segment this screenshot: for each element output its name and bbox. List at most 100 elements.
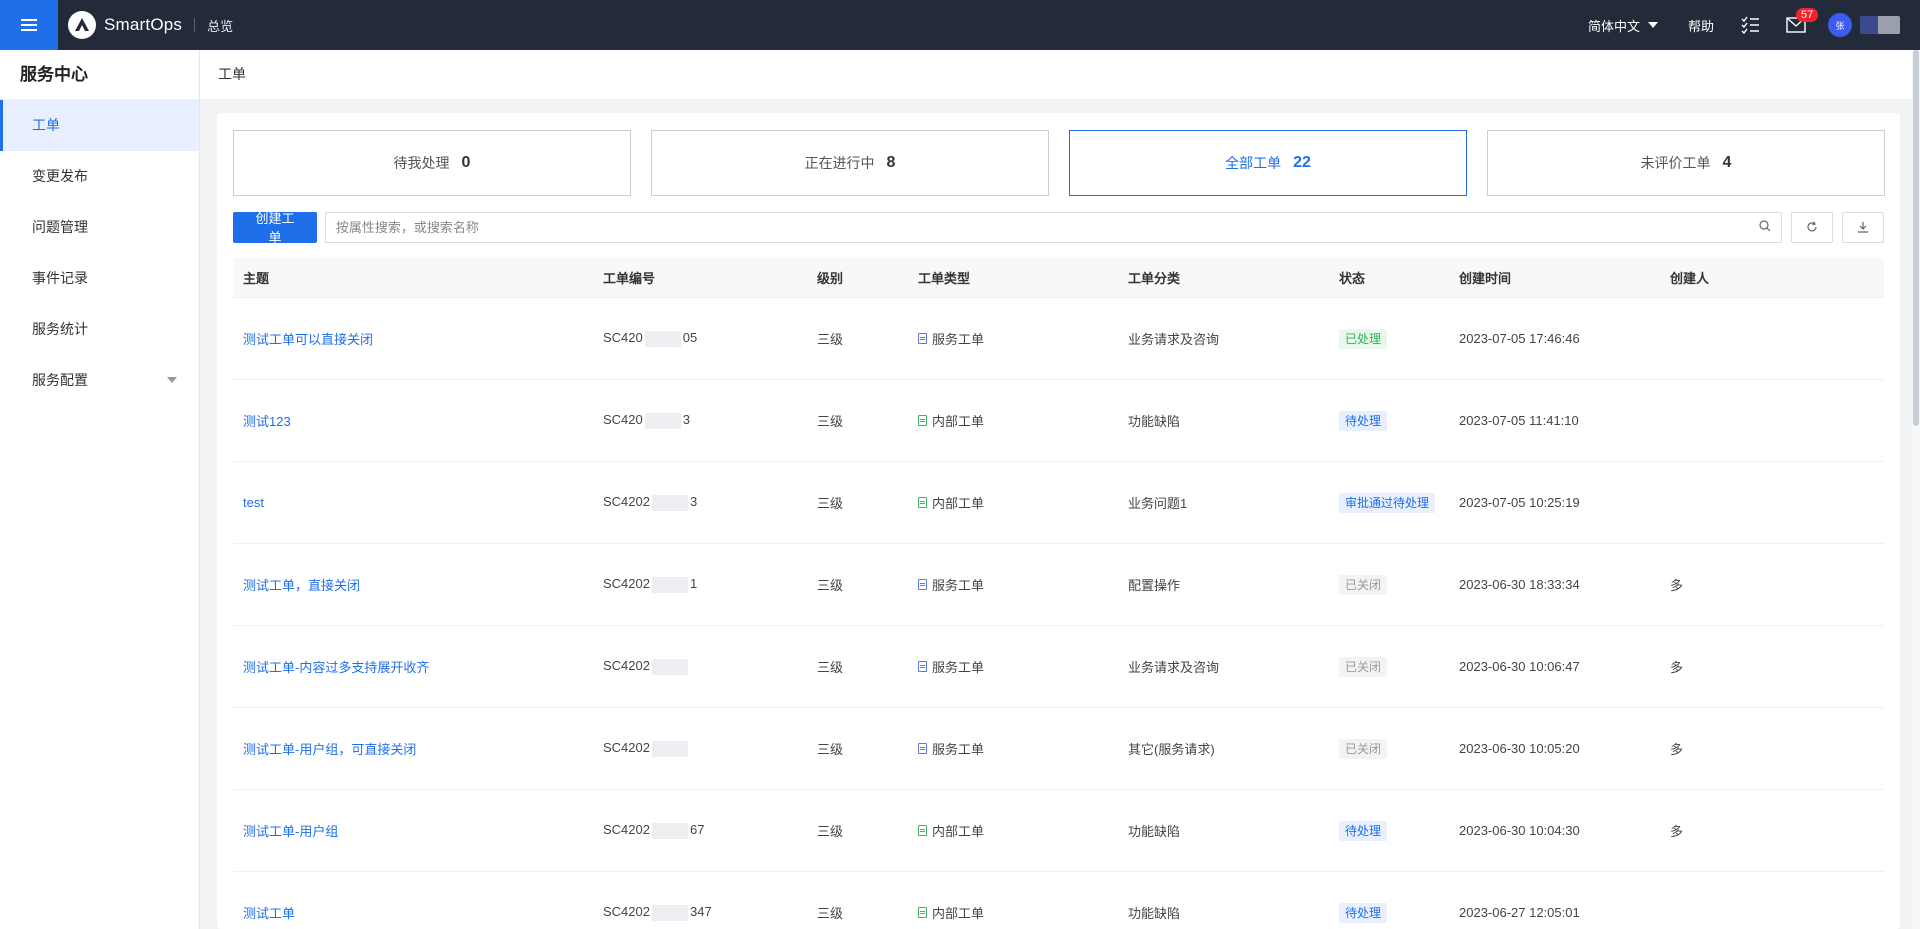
column-header[interactable]: 工单分类 xyxy=(1128,268,1339,287)
table-row[interactable]: 测试123 SC420 3 三级 内部工单 功能缺陷 待处理 2023-07-05… xyxy=(233,380,1884,462)
column-header[interactable]: 工单编号 xyxy=(603,268,817,287)
column-header[interactable]: 创建时间 xyxy=(1459,268,1670,287)
card-unrated[interactable]: 未评价工单 4 xyxy=(1487,130,1885,196)
column-header[interactable]: 级别 xyxy=(817,268,918,287)
ticket-category: 配置操作 xyxy=(1128,578,1181,593)
ticket-subject-link[interactable]: 测试工单，直接关闭 xyxy=(243,578,360,593)
ticket-subject-link[interactable]: 测试工单-用户组 xyxy=(243,824,338,839)
redacted-block xyxy=(651,740,688,757)
ticket-level: 三级 xyxy=(817,906,844,921)
ticket-type: 服务工单 xyxy=(918,329,1128,348)
ticket-id: SC4202 xyxy=(603,740,817,757)
ticket-type: 服务工单 xyxy=(918,575,1128,594)
column-header[interactable]: 创建人 xyxy=(1670,268,1884,287)
ticket-type-label: 内部工单 xyxy=(932,824,985,839)
card-in-progress[interactable]: 正在进行中 8 xyxy=(651,130,1049,196)
ticket-type: 内部工单 xyxy=(918,493,1128,512)
document-icon xyxy=(918,825,927,836)
create-ticket-button[interactable]: 创建工单 xyxy=(233,211,317,245)
table-row[interactable]: 测试工单-用户组 SC4202 67 三级 内部工单 功能缺陷 待处理 2023-… xyxy=(233,790,1884,872)
redacted-block xyxy=(651,658,688,675)
sidebar-item-service-config[interactable]: 服务配置 xyxy=(0,355,199,406)
column-header[interactable]: 工单类型 xyxy=(918,268,1128,287)
card-all-tickets[interactable]: 全部工单 22 xyxy=(1069,130,1467,196)
search-icon[interactable] xyxy=(1759,219,1771,235)
redacted-block xyxy=(644,330,681,347)
sidebar-item-label: 服务配置 xyxy=(32,372,88,388)
ticket-level: 三级 xyxy=(817,414,844,429)
sidebar-item-problem-management[interactable]: 问题管理 xyxy=(0,202,199,253)
redacted-block xyxy=(644,412,681,429)
ticket-id-suffix: 347 xyxy=(689,904,712,920)
message-count-badge: 57 xyxy=(1796,8,1819,22)
ticket-subject-link[interactable]: 测试工单 xyxy=(243,906,295,921)
menu-icon[interactable] xyxy=(0,0,58,50)
divider xyxy=(194,18,196,32)
ticket-category: 其它(服务请求) xyxy=(1128,742,1215,757)
task-list-icon[interactable] xyxy=(1740,16,1760,34)
ticket-subject-link[interactable]: 测试123 xyxy=(243,414,291,429)
ticket-id: SC4202 xyxy=(603,658,817,675)
language-select[interactable]: 简体中文 xyxy=(1588,16,1658,35)
ticket-subject-link[interactable]: test xyxy=(243,495,264,510)
table-row[interactable]: test SC4202 3 三级 内部工单 业务问题1 审批通过待处理 2023-… xyxy=(233,462,1884,544)
status-badge: 已关闭 xyxy=(1339,738,1388,759)
sidebar-item-tickets[interactable]: 工单 xyxy=(0,100,199,151)
created-time: 2023-06-30 10:06:47 xyxy=(1459,659,1580,674)
ticket-category: 功能缺陷 xyxy=(1128,414,1181,429)
column-header[interactable]: 主题 xyxy=(233,268,603,287)
card-count: 0 xyxy=(461,154,471,171)
ticket-category: 业务请求及咨询 xyxy=(1128,332,1220,347)
ticket-id: SC420 05 xyxy=(603,330,817,347)
ticket-type-label: 服务工单 xyxy=(932,578,985,593)
user-name-redacted[interactable] xyxy=(1860,16,1900,34)
card-pending-mine[interactable]: 待我处理 0 xyxy=(233,130,631,196)
status-badge: 已关闭 xyxy=(1339,656,1388,677)
card-count: 4 xyxy=(1722,154,1732,171)
card-count: 22 xyxy=(1293,154,1311,171)
refresh-button[interactable] xyxy=(1791,211,1834,243)
table-row[interactable]: 测试工单，直接关闭 SC4202 1 三级 服务工单 配置操作 已关闭 2023-… xyxy=(233,544,1884,626)
ticket-subject-link[interactable]: 测试工单-用户组，可直接关闭 xyxy=(243,742,416,757)
column-header[interactable]: 状态 xyxy=(1339,268,1459,287)
mail-icon[interactable]: 57 xyxy=(1786,8,1819,33)
ticket-subject-link[interactable]: 测试工单-内容过多支持展开收齐 xyxy=(243,660,429,675)
ticket-id-suffix: 3 xyxy=(689,494,698,510)
sidebar-item-service-statistics[interactable]: 服务统计 xyxy=(0,304,199,355)
ticket-id-prefix: SC4202 xyxy=(603,822,650,838)
scrollbar-thumb[interactable] xyxy=(1913,50,1919,426)
table-row[interactable]: 测试工单-内容过多支持展开收齐 SC4202 三级 服务工单 业务请求及咨询 已… xyxy=(233,626,1884,708)
status-badge: 审批通过待处理 xyxy=(1339,492,1436,513)
table-row[interactable]: 测试工单-用户组，可直接关闭 SC4202 三级 服务工单 其它(服务请求) 已… xyxy=(233,708,1884,790)
avatar[interactable]: 张 xyxy=(1828,13,1852,37)
help-link[interactable]: 帮助 xyxy=(1688,16,1714,35)
status-badge: 已关闭 xyxy=(1339,574,1388,595)
creator: 多 xyxy=(1670,578,1684,593)
overview-link[interactable]: 总览 xyxy=(207,16,233,35)
redacted-block xyxy=(651,822,688,839)
page-scrollbar[interactable] xyxy=(1912,50,1920,929)
ticket-id-prefix: SC4202 xyxy=(603,658,650,674)
ticket-id-prefix: SC420 xyxy=(603,412,643,428)
table-row[interactable]: 测试工单可以直接关闭 SC420 05 三级 服务工单 业务请求及咨询 已处理 2… xyxy=(233,298,1884,380)
chevron-down-icon xyxy=(167,377,177,383)
brand-logo[interactable]: SmartOps xyxy=(68,11,182,39)
ticket-type: 服务工单 xyxy=(918,739,1128,758)
document-icon xyxy=(918,907,927,918)
top-right-actions: 简体中文 帮助 57 张 xyxy=(1588,0,1920,50)
tickets-table: 主题 工单编号 级别 工单类型 工单分类 状态 创建时间 创建人 测试工单可以直… xyxy=(233,258,1884,929)
breadcrumb: 工单 xyxy=(200,50,1920,100)
redacted-block xyxy=(651,494,688,511)
created-time: 2023-07-05 11:41:10 xyxy=(1459,413,1579,428)
ticket-subject-link[interactable]: 测试工单可以直接关闭 xyxy=(243,332,373,347)
created-time: 2023-06-30 18:33:34 xyxy=(1459,577,1580,592)
search-input[interactable] xyxy=(335,219,1760,235)
download-button[interactable] xyxy=(1842,211,1884,243)
status-badge: 待处理 xyxy=(1339,410,1388,431)
sidebar-item-event-records[interactable]: 事件记录 xyxy=(0,253,199,304)
document-icon xyxy=(918,415,927,426)
ticket-type-label: 内部工单 xyxy=(932,906,985,921)
sidebar-item-change-release[interactable]: 变更发布 xyxy=(0,151,199,202)
caret-down-icon xyxy=(1647,22,1658,28)
table-row[interactable]: 测试工单 SC4202 347 三级 内部工单 功能缺陷 待处理 2023-06-… xyxy=(233,872,1884,929)
